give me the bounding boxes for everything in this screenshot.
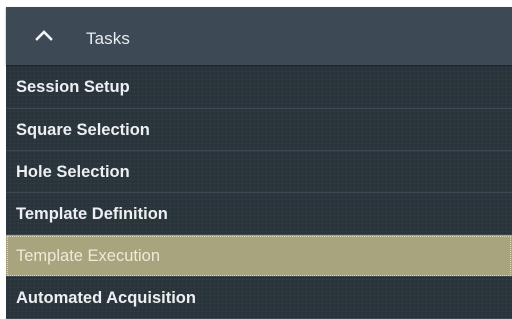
task-item-label: Template Definition — [16, 205, 168, 223]
tasks-header[interactable]: Tasks — [6, 7, 512, 65]
task-item-session-setup[interactable]: Session Setup — [6, 65, 512, 109]
tasks-panel: Tasks Session Setup Square Selection Hol… — [6, 7, 512, 319]
task-item-template-definition[interactable]: Template Definition — [6, 193, 512, 235]
task-item-hole-selection[interactable]: Hole Selection — [6, 151, 512, 193]
task-item-label: Session Setup — [16, 78, 130, 96]
task-item-automated-acquisition[interactable]: Automated Acquisition — [6, 277, 512, 319]
task-item-label: Square Selection — [16, 121, 150, 139]
task-item-template-execution[interactable]: Template Execution — [6, 235, 512, 277]
task-item-label: Automated Acquisition — [16, 289, 196, 307]
chevron-up-icon[interactable] — [35, 29, 53, 41]
task-item-label: Template Execution — [16, 247, 160, 265]
task-item-square-selection[interactable]: Square Selection — [6, 109, 512, 151]
task-list: Session Setup Square Selection Hole Sele… — [6, 65, 512, 319]
task-item-label: Hole Selection — [16, 163, 130, 181]
tasks-title: Tasks — [86, 29, 130, 48]
